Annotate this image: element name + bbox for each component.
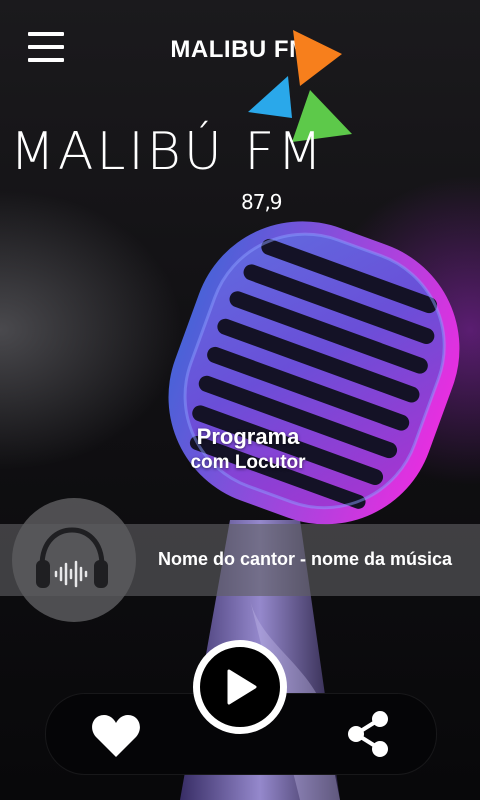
- play-icon: [227, 669, 257, 705]
- program-name: Programa: [196, 424, 300, 449]
- program-host: com Locutor: [190, 452, 306, 473]
- share-icon[interactable]: [344, 709, 392, 759]
- play-button[interactable]: [193, 640, 287, 734]
- logo-frequency: 87,9: [241, 190, 283, 214]
- program-info: Programa com Locutor: [0, 424, 480, 474]
- heart-icon[interactable]: [90, 713, 142, 759]
- track-title: Nome do cantor - nome da música: [157, 549, 453, 569]
- headphones-icon: [36, 527, 108, 588]
- logo-text: MALIBÚ FM: [10, 122, 326, 182]
